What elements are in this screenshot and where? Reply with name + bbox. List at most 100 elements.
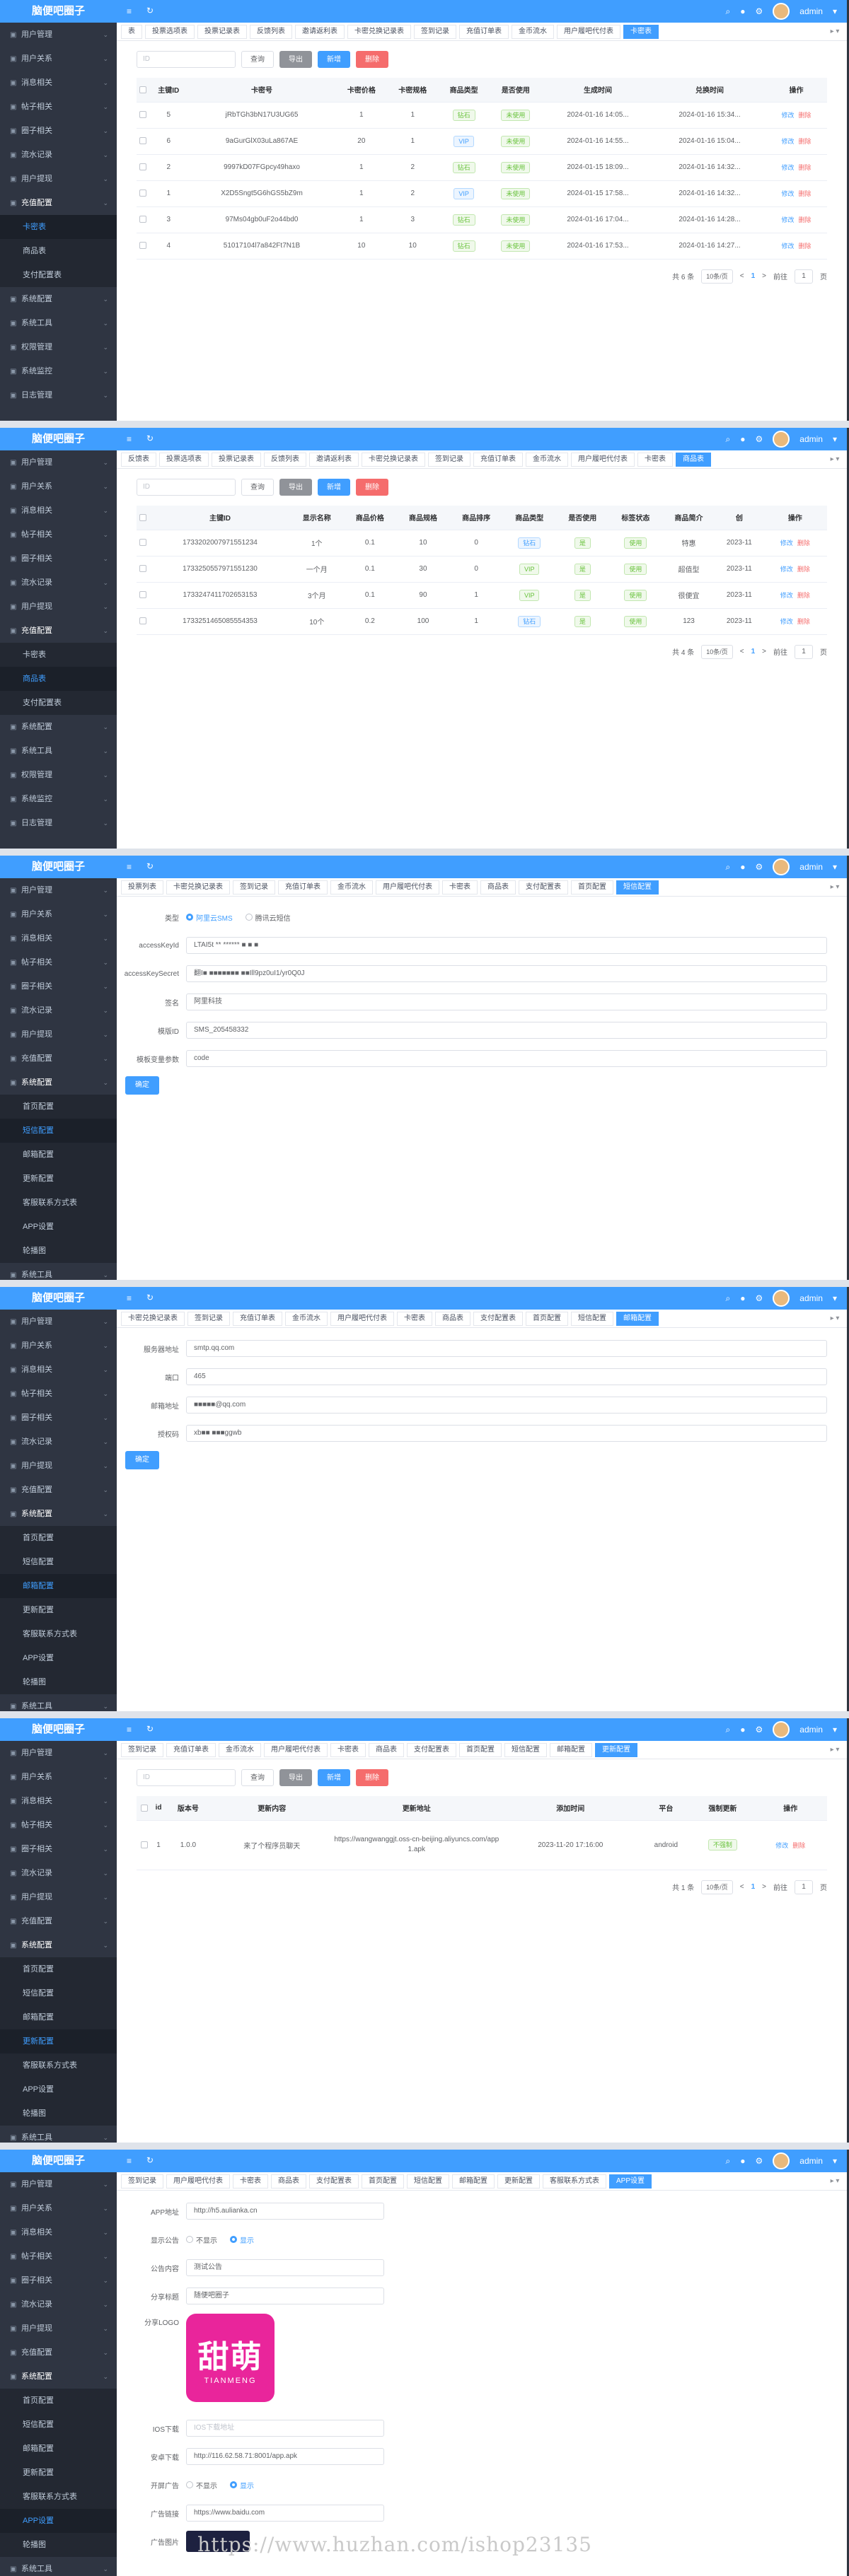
user-caret-icon[interactable]: ▾ (833, 434, 837, 444)
current-page[interactable]: 1 (751, 272, 756, 280)
delete-link[interactable]: 删除 (797, 618, 810, 625)
user-caret-icon[interactable]: ▾ (833, 2156, 837, 2166)
sidebar-subitem[interactable]: APP设置 (0, 2077, 117, 2102)
sidebar-item[interactable]: ▣ 系统配置 ⌄ (0, 1071, 117, 1095)
sidebar-subitem[interactable]: 商品表 (0, 667, 117, 691)
tabs-scroll-icon[interactable]: ▸ ▾ (823, 450, 847, 468)
tab-item[interactable]: 金币流水 (512, 24, 554, 39)
tab-item[interactable]: 签到记录 (121, 2174, 163, 2189)
sidebar-item[interactable]: ▣ 日志管理 ⌄ (0, 383, 117, 407)
tab-item[interactable]: 邀请返利表 (295, 24, 345, 39)
edit-link[interactable]: 修改 (781, 190, 794, 197)
sidebar-subitem[interactable]: 轮播图 (0, 2533, 117, 2557)
tab-item[interactable]: 卡密兑换记录表 (121, 1311, 185, 1326)
row-checkbox[interactable] (137, 128, 150, 155)
select-all-checkbox[interactable] (137, 1796, 152, 1821)
sidebar-item[interactable]: ▣ 消息相关 ⌄ (0, 71, 117, 95)
sidebar-item[interactable]: ▣ 帖子相关 ⌄ (0, 1382, 117, 1406)
tab-item[interactable]: 卡密表 (623, 24, 659, 39)
tab-item[interactable]: 支付配置表 (519, 880, 568, 894)
sidebar-item[interactable]: ▣ 流水记录 ⌄ (0, 1430, 117, 1454)
share-logo-image[interactable]: 甜萌 TIANMENG (186, 2314, 275, 2402)
user-caret-icon[interactable]: ▾ (833, 862, 837, 872)
sidebar-item[interactable]: ▣ 用户提现 ⌄ (0, 2316, 117, 2341)
tab-item[interactable]: 卡密表 (233, 2174, 268, 2189)
submit-button[interactable]: 确定 (125, 1451, 159, 1469)
sidebar-item[interactable]: ▣ 系统配置 ⌄ (0, 1933, 117, 1957)
delete-link[interactable]: 删除 (797, 566, 810, 573)
field-input[interactable]: 翻I■ ■■■■■■■ ■■Ill9pz0uI1/yr0Q0J (186, 965, 827, 982)
tab-item[interactable]: 充值订单表 (473, 452, 523, 467)
sidebar-item[interactable]: ▣ 圈子相关 ⌄ (0, 119, 117, 143)
row-checkbox[interactable] (137, 180, 150, 207)
goto-page-input[interactable]: 1 (795, 269, 813, 284)
page-size-select[interactable]: 10条/页 (701, 1879, 733, 1894)
tabs-scroll-icon[interactable]: ▸ ▾ (823, 23, 847, 40)
current-page[interactable]: 1 (751, 1883, 756, 1891)
share-title-input[interactable]: 随便吧圈子 (186, 2287, 384, 2304)
avatar[interactable] (773, 1721, 790, 1738)
tab-item[interactable]: 支付配置表 (473, 1311, 523, 1326)
next-page-button[interactable]: > (762, 648, 766, 655)
tab-item[interactable]: 支付配置表 (407, 1742, 456, 1757)
tabs-scroll-icon[interactable]: ▸ ▾ (823, 1310, 847, 1327)
sidebar-subitem[interactable]: 邮箱配置 (0, 2005, 117, 2029)
tab-item[interactable]: 签到记录 (233, 880, 275, 894)
tab-item[interactable]: 卡密表 (330, 1742, 366, 1757)
sidebar-item[interactable]: ▣ 消息相关 ⌄ (0, 1789, 117, 1813)
sidebar-item[interactable]: ▣ 用户关系 ⌄ (0, 474, 117, 499)
tab-item[interactable]: 签到记录 (187, 1311, 230, 1326)
gear-icon[interactable]: ⚙ (756, 862, 763, 872)
sidebar-item[interactable]: ▣ 系统工具 ⌄ (0, 311, 117, 335)
radio-ad-hide[interactable]: 不显示 (186, 2480, 217, 2490)
row-checkbox[interactable] (137, 608, 150, 635)
row-checkbox[interactable] (137, 530, 150, 556)
refresh-icon[interactable]: ↻ (146, 2155, 154, 2165)
sidebar-item[interactable]: ▣ 系统工具 ⌄ (0, 2557, 117, 2576)
sidebar-item[interactable]: ▣ 用户提现 ⌄ (0, 1022, 117, 1047)
menu-toggle-icon[interactable]: ≡ (127, 862, 132, 872)
delete-link[interactable]: 删除 (799, 112, 812, 119)
edit-link[interactable]: 修改 (781, 112, 794, 119)
tab-item[interactable]: 商品表 (480, 880, 516, 894)
bell-icon[interactable]: ● (740, 434, 745, 444)
edit-link[interactable]: 修改 (775, 1842, 788, 1849)
tab-item[interactable]: 投票记录表 (212, 452, 261, 467)
refresh-icon[interactable]: ↻ (146, 1724, 154, 1734)
sidebar-item[interactable]: ▣ 消息相关 ⌄ (0, 2220, 117, 2244)
menu-toggle-icon[interactable]: ≡ (127, 6, 132, 16)
username[interactable]: admin (799, 862, 823, 872)
username[interactable]: admin (799, 434, 823, 444)
bell-icon[interactable]: ● (740, 1293, 745, 1303)
radio-ad-show[interactable]: 显示 (230, 2480, 254, 2490)
add-button[interactable]: 新增 (318, 479, 350, 496)
search-icon[interactable]: ⌕ (726, 2156, 731, 2167)
export-button[interactable]: 导出 (279, 1769, 312, 1786)
sidebar-subitem[interactable]: 短信配置 (0, 2413, 117, 2437)
menu-toggle-icon[interactable]: ≡ (127, 434, 132, 444)
edit-link[interactable]: 修改 (781, 164, 794, 171)
tab-item[interactable]: 用户履吧代付表 (330, 1311, 394, 1326)
search-icon[interactable]: ⌕ (726, 862, 731, 873)
tab-item[interactable]: 卡密表 (442, 880, 478, 894)
username[interactable]: admin (799, 6, 823, 16)
tabs-scroll-icon[interactable]: ▸ ▾ (823, 2172, 847, 2190)
sidebar-subitem[interactable]: 更新配置 (0, 2029, 117, 2053)
tab-item[interactable]: 卡密表 (397, 1311, 432, 1326)
delete-button[interactable]: 删除 (356, 479, 388, 496)
sidebar-item[interactable]: ▣ 充值配置 ⌄ (0, 191, 117, 215)
notice-content-input[interactable]: 测试公告 (186, 2259, 384, 2276)
sidebar-item[interactable]: ▣ 流水记录 ⌄ (0, 143, 117, 167)
tab-item[interactable]: 邮箱配置 (550, 1742, 592, 1757)
select-all-checkbox[interactable] (137, 78, 150, 103)
tab-item[interactable]: 卡密表 (637, 452, 673, 467)
avatar[interactable] (773, 3, 790, 20)
username[interactable]: admin (799, 2156, 823, 2166)
sidebar-subitem[interactable]: 更新配置 (0, 2461, 117, 2485)
field-input[interactable]: smtp.qq.com (186, 1340, 827, 1357)
tab-item[interactable]: 用户履吧代付表 (166, 2174, 230, 2189)
sidebar-item[interactable]: ▣ 用户关系 ⌄ (0, 47, 117, 71)
sidebar-subitem[interactable]: 卡密表 (0, 643, 117, 667)
bell-icon[interactable]: ● (740, 2156, 745, 2166)
sidebar-item[interactable]: ▣ 系统工具 ⌄ (0, 1263, 117, 1280)
